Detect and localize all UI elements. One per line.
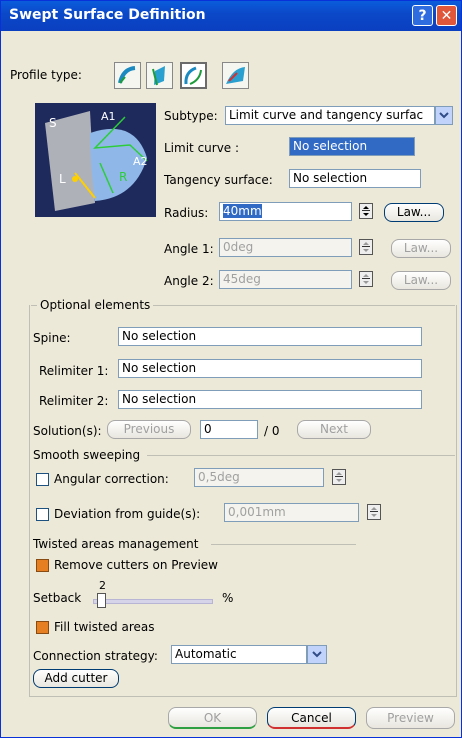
- profile-line-icon: [152, 66, 165, 86]
- angle1-spinner[interactable]: [359, 239, 373, 255]
- radius-value: 40mm: [223, 204, 262, 218]
- profile-circle-icon: [184, 66, 202, 85]
- ok-button[interactable]: OK: [168, 707, 257, 729]
- angle2-spinner[interactable]: [359, 271, 373, 287]
- smooth-divider: [147, 455, 455, 456]
- profile-type-conic-button[interactable]: [222, 62, 249, 89]
- close-button[interactable]: ✕: [436, 5, 457, 26]
- diagram-label-s: S: [49, 116, 57, 130]
- connection-strategy-select[interactable]: Automatic: [171, 645, 307, 664]
- setback-slider-thumb[interactable]: [97, 593, 106, 608]
- limit-curve-label: Limit curve :: [164, 141, 240, 155]
- limit-curve-field[interactable]: No selection: [289, 137, 415, 156]
- deviation-field[interactable]: 0,001mm: [224, 503, 359, 522]
- relimiter1-label: Relimiter 1:: [39, 364, 109, 378]
- remove-cutters-checkbox[interactable]: [36, 559, 49, 572]
- previous-button[interactable]: Previous: [107, 420, 191, 439]
- cancel-button[interactable]: Cancel: [267, 707, 356, 729]
- tangency-surface-label: Tangency surface:: [164, 173, 273, 187]
- deviation-spinner[interactable]: [367, 504, 381, 520]
- angular-correction-spinner[interactable]: [332, 469, 346, 485]
- window-title: Swept Surface Definition: [9, 7, 206, 23]
- profile-type-label: Profile type:: [10, 68, 82, 82]
- angle2-law-button[interactable]: Law...: [391, 271, 451, 290]
- dialog-window: Swept Surface Definition ? ✕ Profile typ…: [0, 0, 462, 738]
- preview-button[interactable]: Preview: [366, 707, 455, 729]
- angle1-field[interactable]: 0deg: [219, 238, 352, 257]
- connection-dropdown-button[interactable]: [307, 645, 327, 664]
- spine-field[interactable]: No selection: [118, 327, 422, 346]
- angle1-law-button[interactable]: Law...: [391, 239, 451, 258]
- solution-field[interactable]: 0: [200, 420, 258, 439]
- profile-type-circle-button[interactable]: [180, 62, 207, 89]
- setback-value: 2: [99, 579, 106, 592]
- relimiter2-label: Relimiter 2:: [39, 394, 109, 408]
- deviation-label: Deviation from guide(s):: [54, 507, 201, 521]
- setback-label: Setback: [33, 591, 82, 605]
- diagram-label-l: L: [59, 172, 66, 186]
- radius-spinner[interactable]: [359, 203, 373, 219]
- title-bar: Swept Surface Definition ? ✕: [1, 1, 461, 31]
- angular-correction-checkbox[interactable]: [36, 473, 49, 486]
- chevron-down-icon: [439, 112, 449, 119]
- tangency-surface-field[interactable]: No selection: [289, 169, 421, 188]
- setback-slider-track[interactable]: [93, 599, 213, 604]
- radius-label: Radius:: [164, 206, 209, 220]
- chevron-down-icon: [312, 651, 322, 658]
- profile-type-line-button[interactable]: [146, 62, 173, 89]
- fill-twisted-checkbox[interactable]: [36, 621, 49, 634]
- diagram-label-a1: A1: [101, 110, 116, 123]
- subtype-label: Subtype:: [164, 109, 218, 123]
- add-cutter-button[interactable]: Add cutter: [33, 669, 119, 688]
- diagram-label-a2: A2: [133, 155, 148, 168]
- profile-explicit-icon: [118, 66, 136, 84]
- profile-type-explicit-button[interactable]: [114, 62, 141, 89]
- connection-strategy-label: Connection strategy:: [33, 649, 158, 663]
- next-button[interactable]: Next: [297, 420, 371, 439]
- angle2-field[interactable]: 45deg: [219, 270, 352, 289]
- relimiter1-field[interactable]: No selection: [118, 359, 422, 378]
- remove-cutters-label: Remove cutters on Preview: [54, 558, 218, 572]
- deviation-checkbox[interactable]: [36, 508, 49, 521]
- optional-elements-title: Optional elements: [37, 298, 154, 312]
- twisted-areas-title: Twisted areas management: [33, 537, 203, 551]
- angle2-label: Angle 2:: [164, 274, 214, 288]
- angular-correction-field[interactable]: 0,5deg: [194, 468, 324, 487]
- twisted-divider: [211, 544, 356, 545]
- solutions-label: Solution(s):: [33, 424, 102, 438]
- fill-twisted-label: Fill twisted areas: [54, 620, 155, 634]
- smooth-sweeping-title: Smooth sweeping: [33, 448, 145, 462]
- angular-correction-label: Angular correction:: [54, 472, 169, 486]
- subtype-dropdown-button[interactable]: [435, 106, 453, 125]
- subtype-diagram: S A1 A2 L R: [35, 103, 156, 217]
- diagram-label-r: R: [119, 170, 127, 184]
- help-button[interactable]: ?: [412, 5, 433, 26]
- swept-surface-diagram: S A1 A2 L R: [45, 110, 148, 211]
- setback-unit: %: [222, 591, 234, 605]
- radius-law-button[interactable]: Law...: [384, 203, 444, 222]
- radius-field[interactable]: 40mm: [219, 202, 352, 221]
- solution-total: / 0: [264, 424, 280, 438]
- profile-conic-icon: [226, 67, 245, 84]
- subtype-select[interactable]: Limit curve and tangency surfac: [225, 106, 435, 125]
- relimiter2-field[interactable]: No selection: [118, 390, 422, 409]
- angle1-label: Angle 1:: [164, 242, 214, 256]
- spine-label: Spine:: [33, 331, 71, 345]
